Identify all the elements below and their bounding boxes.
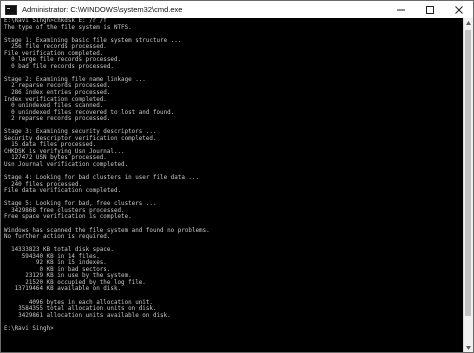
window-controls (386, 1, 473, 18)
scrollbar-thumb[interactable] (465, 30, 471, 316)
minimize-button[interactable] (386, 1, 415, 18)
title-bar[interactable]: Administrator: C:\WINDOWS\system32\cmd.e… (1, 1, 473, 18)
maximize-button[interactable] (415, 1, 444, 18)
scroll-down-arrow-icon[interactable] (464, 343, 473, 352)
close-button[interactable] (444, 1, 473, 18)
minimize-icon (396, 6, 405, 14)
scroll-up-arrow-icon[interactable] (464, 18, 473, 27)
cmd-icon (5, 4, 17, 15)
window-title: Administrator: C:\WINDOWS\system32\cmd.e… (22, 5, 183, 14)
maximize-icon (425, 5, 434, 14)
cmd-window: Administrator: C:\WINDOWS\system32\cmd.e… (0, 0, 474, 353)
console-line: E:\Ravi Singh> (4, 325, 54, 332)
vertical-scrollbar[interactable] (463, 18, 473, 352)
console-output[interactable]: E:\Ravi Singh>chkdsk E: /r /f The type of… (1, 18, 464, 352)
close-icon (454, 5, 463, 14)
